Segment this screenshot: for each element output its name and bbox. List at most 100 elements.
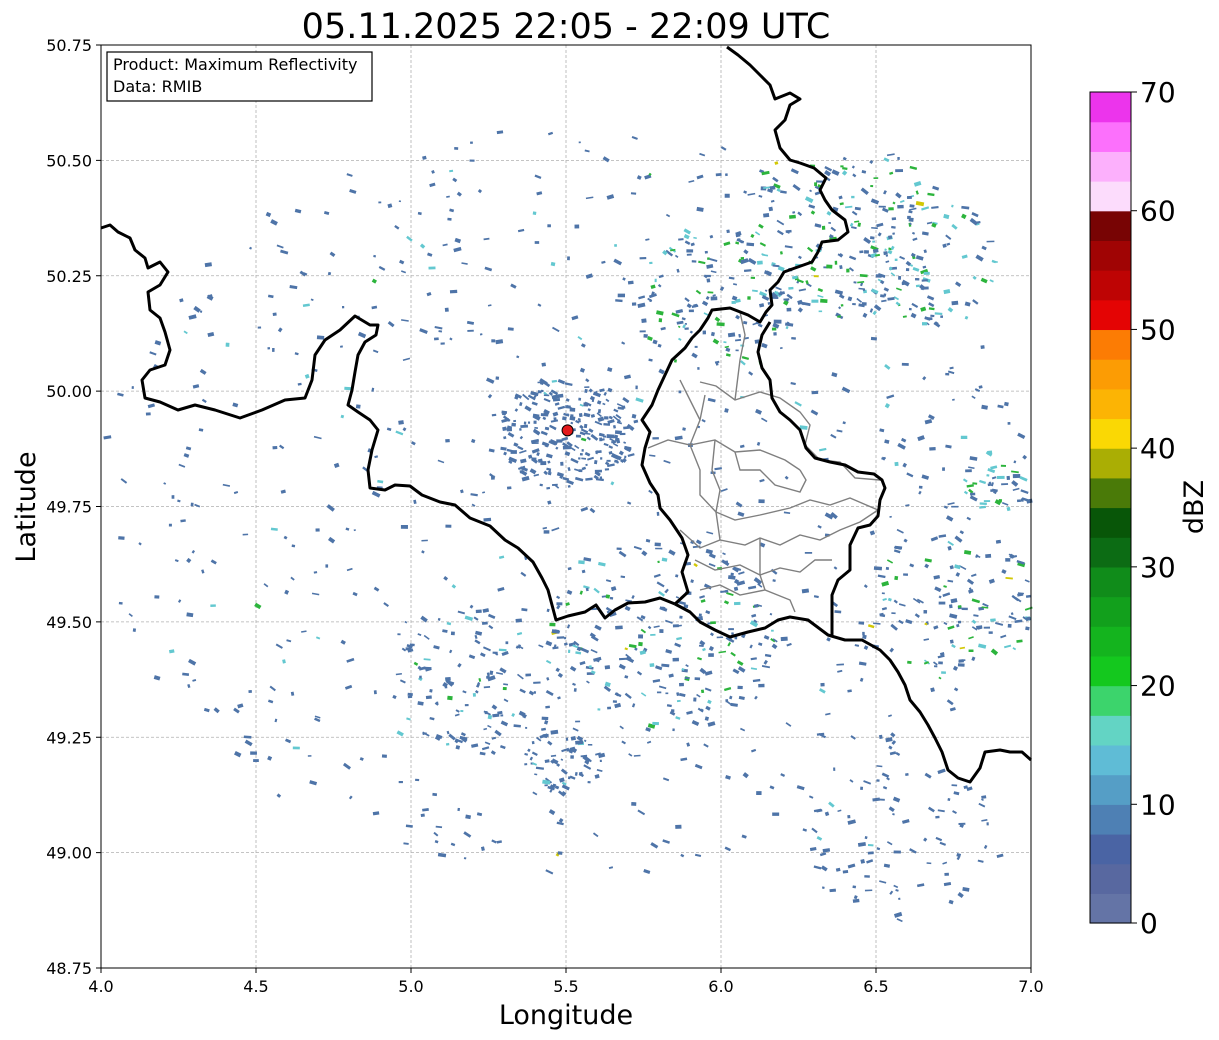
echo-cell bbox=[606, 459, 611, 462]
echo-cell bbox=[638, 641, 643, 647]
echo-cell bbox=[505, 641, 509, 645]
echo-cell bbox=[826, 264, 833, 269]
echo-cell bbox=[907, 660, 912, 665]
echo-cell bbox=[878, 205, 886, 208]
echo-cell bbox=[454, 147, 459, 150]
echo-cell bbox=[483, 517, 492, 522]
echo-cell bbox=[578, 469, 583, 473]
echo-cell bbox=[894, 258, 898, 262]
echo-cell bbox=[575, 434, 581, 438]
echo-cell bbox=[557, 851, 563, 855]
echo-cell bbox=[556, 636, 565, 639]
echo-cell bbox=[593, 460, 598, 465]
y-tick-label: 50.50 bbox=[46, 151, 92, 170]
radar-site-marker bbox=[561, 424, 574, 437]
echo-cell bbox=[773, 332, 777, 336]
echo-cell bbox=[649, 299, 652, 303]
x-axis-label: Longitude bbox=[499, 1000, 633, 1031]
echo-cell bbox=[671, 709, 675, 713]
echo-cell bbox=[833, 767, 836, 771]
echo-cell bbox=[679, 615, 683, 619]
echo-cell bbox=[531, 457, 537, 460]
echo-cell bbox=[447, 695, 453, 701]
echo-cell bbox=[1006, 475, 1011, 480]
colorbar-label: dBZ bbox=[1179, 480, 1210, 534]
echo-cell bbox=[398, 200, 402, 203]
echo-cell bbox=[780, 636, 788, 642]
echo-cell bbox=[949, 639, 954, 644]
echo-cell bbox=[897, 157, 900, 160]
colorbar-tick-label: 20 bbox=[1140, 670, 1176, 703]
echo-cell bbox=[527, 421, 531, 424]
echo-cell bbox=[549, 622, 556, 627]
echo-cell bbox=[885, 566, 890, 570]
echo-cell bbox=[710, 296, 718, 301]
echo-cell bbox=[617, 293, 626, 298]
echo-cell bbox=[708, 653, 714, 657]
echo-cell bbox=[398, 780, 403, 784]
echo-cell bbox=[546, 486, 551, 490]
echo-cell bbox=[500, 714, 504, 717]
echo-cell bbox=[888, 207, 894, 211]
echo-cell bbox=[980, 345, 985, 349]
colorbar-segment bbox=[1090, 626, 1131, 657]
echo-cell bbox=[684, 323, 687, 325]
echo-cell bbox=[631, 802, 637, 806]
echo-cell bbox=[445, 524, 452, 528]
echo-cell bbox=[772, 812, 780, 816]
echo-cell bbox=[447, 217, 452, 221]
x-tick-label: 6.0 bbox=[708, 977, 733, 996]
echo-cell bbox=[649, 261, 653, 265]
echo-cell bbox=[864, 889, 873, 892]
echo-cell bbox=[852, 302, 856, 306]
echo-cell bbox=[510, 450, 517, 454]
echo-cell bbox=[469, 159, 475, 162]
echo-cell bbox=[533, 681, 541, 684]
echo-cell bbox=[154, 595, 160, 599]
echo-cell bbox=[432, 792, 438, 797]
echo-cell bbox=[502, 426, 507, 431]
echo-cell bbox=[1016, 499, 1021, 503]
echo-cell bbox=[821, 886, 825, 889]
echo-cell bbox=[684, 327, 689, 330]
echo-cell bbox=[415, 778, 420, 782]
echo-cell bbox=[373, 690, 377, 695]
echo-cell bbox=[758, 683, 765, 688]
info-data-source: Data: RMIB bbox=[113, 77, 202, 96]
colorbar-segment bbox=[1090, 329, 1131, 360]
colorbar-segment bbox=[1090, 418, 1131, 449]
echo-cell bbox=[918, 485, 923, 489]
echo-cell bbox=[716, 322, 725, 327]
echo-cell bbox=[524, 763, 528, 766]
x-tick-label: 6.5 bbox=[863, 977, 888, 996]
map-title: 05.11.2025 22:05 - 22:09 UTC bbox=[302, 7, 831, 47]
echo-cell bbox=[541, 716, 549, 721]
echo-cell bbox=[578, 141, 581, 144]
y-tick-label: 49.25 bbox=[46, 728, 92, 747]
colorbar-segment bbox=[1090, 181, 1131, 212]
echo-cell bbox=[543, 394, 550, 397]
echo-cell bbox=[450, 631, 455, 636]
echo-cell bbox=[814, 182, 818, 187]
echo-cell bbox=[355, 404, 361, 409]
echo-cell bbox=[519, 470, 524, 474]
colorbar-segment bbox=[1090, 774, 1131, 805]
colorbar-segment bbox=[1090, 270, 1131, 301]
echo-cell bbox=[733, 601, 741, 606]
echo-cell bbox=[983, 500, 991, 502]
echo-cell bbox=[818, 310, 823, 313]
echo-cell bbox=[481, 621, 488, 625]
echo-cell bbox=[987, 450, 993, 455]
echo-cell bbox=[652, 721, 660, 726]
echo-cell bbox=[923, 271, 930, 275]
echo-cell bbox=[858, 621, 865, 625]
echo-cell bbox=[988, 631, 993, 634]
echo-cell bbox=[938, 661, 943, 665]
echo-cell bbox=[643, 334, 648, 338]
colorbar-segment bbox=[1090, 863, 1131, 894]
echo-cell bbox=[698, 613, 702, 617]
echo-cell bbox=[758, 499, 765, 504]
echo-cell bbox=[746, 242, 755, 247]
echo-cell bbox=[894, 461, 899, 467]
echo-cell bbox=[895, 169, 904, 173]
